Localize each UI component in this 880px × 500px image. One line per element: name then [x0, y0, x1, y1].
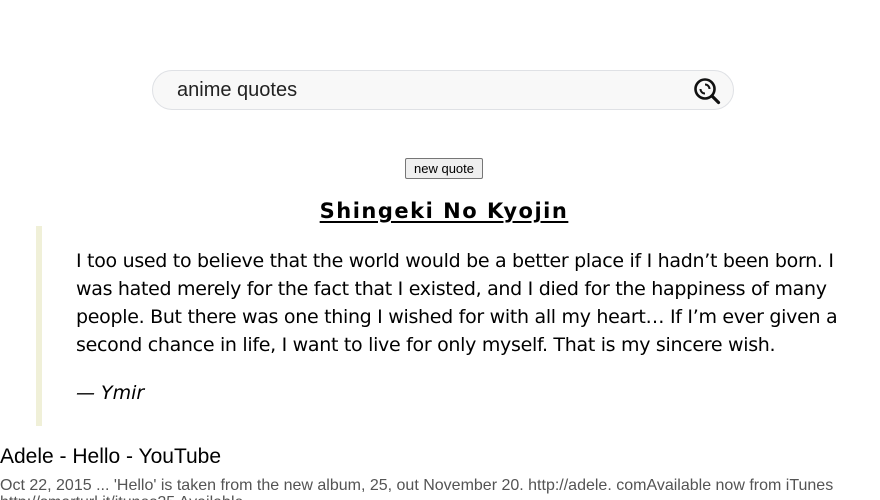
search-input[interactable] [177, 71, 677, 109]
page: new quote Shingeki No Kyojin I too used … [0, 0, 880, 500]
result-title-link[interactable]: Adele - Hello - YouTube [0, 445, 221, 469]
search-icon[interactable] [693, 77, 721, 105]
quote-title: Shingeki No Kyojin [319, 199, 569, 223]
quote-author: — Ymir [76, 382, 145, 404]
search-bar[interactable] [152, 70, 734, 110]
quote-block: I too used to believe that the world wou… [36, 226, 880, 426]
quote-text: I too used to believe that the world wou… [76, 250, 838, 356]
result-snippet: Oct 22, 2015 ... 'Hello' is taken from t… [0, 477, 834, 500]
new-quote-button[interactable]: new quote [405, 158, 483, 179]
